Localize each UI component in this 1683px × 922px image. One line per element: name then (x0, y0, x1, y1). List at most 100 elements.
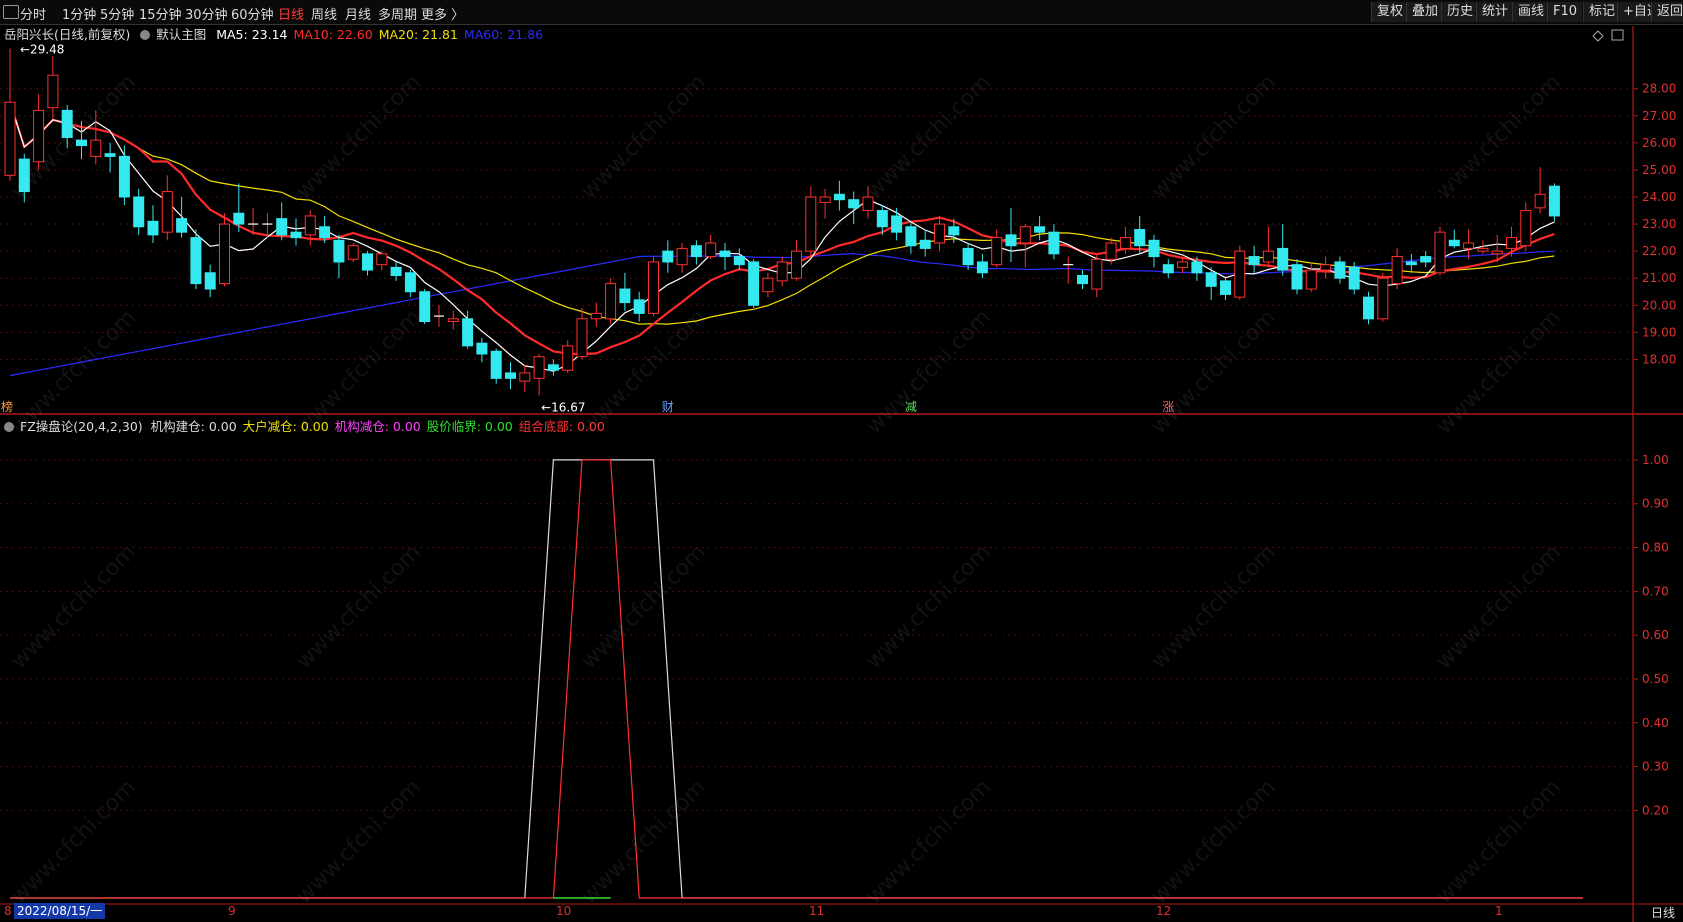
candle-body (233, 212, 245, 225)
y-tick-label: 25.00 (1642, 163, 1676, 177)
candle-body (1105, 242, 1117, 260)
candle-body (1191, 261, 1203, 274)
candle-body (676, 247, 688, 266)
candle-body (362, 253, 373, 271)
watermark: www.cfchi.com (292, 540, 426, 674)
candle-body (161, 191, 173, 233)
month-tick-label: 9 (228, 904, 236, 918)
month-tick-label: 11 (809, 904, 825, 918)
candle-body (719, 250, 731, 258)
y-tick-label: 0.90 (1642, 497, 1669, 511)
watermark: www.cfchi.com (1432, 540, 1566, 674)
candle-body (1420, 256, 1432, 263)
candle-body (204, 272, 216, 290)
candle-body (1477, 247, 1489, 252)
candle-body (219, 223, 230, 285)
candle-body (290, 231, 302, 239)
indicator-line (10, 459, 1583, 899)
watermark: www.cfchi.com (1147, 540, 1281, 674)
y-tick-label: 26.00 (1642, 136, 1676, 150)
watermark: www.cfchi.com (1432, 775, 1566, 909)
candle-body (633, 299, 645, 314)
candle-body (1391, 256, 1403, 285)
candle-body (605, 283, 617, 320)
candle-body (1177, 261, 1189, 268)
watermark: www.cfchi.com (577, 70, 711, 204)
candle-body (347, 245, 359, 260)
watermark: www.cfchi.com (292, 70, 426, 204)
candle-body (147, 220, 159, 236)
candle-body (1048, 231, 1060, 255)
month-tick-label: 12 (1156, 904, 1172, 918)
event-marker: 榜 (1, 399, 13, 414)
candle-body (1548, 185, 1560, 217)
y-tick-label: 0.50 (1642, 672, 1669, 686)
candle-body (619, 288, 631, 304)
low-price-label: ←16.67 (541, 400, 585, 414)
candle-body (733, 256, 745, 266)
candle-body (533, 356, 545, 379)
candle-body (1205, 272, 1217, 287)
candle-body (1405, 261, 1417, 266)
candle-body (104, 153, 116, 157)
event-marker: 财 (662, 400, 674, 414)
candle-body (934, 223, 945, 244)
candle-body (390, 266, 402, 276)
candle-body (4, 101, 16, 176)
candle-body (876, 210, 888, 228)
candle-body (1448, 239, 1460, 247)
candle-body (705, 242, 717, 258)
watermark: www.cfchi.com (1432, 70, 1566, 204)
candle-body (662, 250, 674, 263)
panel-toggle-icon (1611, 29, 1624, 41)
month-tick-label: 8 (4, 904, 12, 918)
candle-body (1234, 250, 1246, 298)
candle-body (791, 250, 802, 279)
ma10-line (8, 101, 1555, 356)
y-tick-label: 22.00 (1642, 244, 1676, 258)
y-tick-label: 0.20 (1642, 803, 1669, 817)
y-tick-label: 0.40 (1642, 716, 1669, 730)
candle-body (1005, 234, 1017, 247)
candle-body (319, 226, 331, 239)
watermark: www.cfchi.com (1432, 305, 1566, 439)
candle-body (690, 245, 702, 258)
candle-body (419, 291, 431, 323)
watermark: www.cfchi.com (1147, 775, 1281, 909)
month-tick-label: 10 (556, 904, 572, 918)
month-tick-label: 1 (1495, 904, 1503, 918)
watermark: www.cfchi.com (577, 540, 711, 674)
candle-body (919, 239, 931, 249)
candle-body (833, 193, 845, 201)
candle-body (1262, 250, 1274, 263)
candle-body (1134, 228, 1146, 247)
y-tick-label: 0.30 (1642, 760, 1669, 774)
candle-body (447, 318, 459, 323)
watermark: www.cfchi.com (862, 70, 996, 204)
candle-body (1148, 239, 1160, 258)
candle-body (762, 277, 774, 293)
y-tick-label: 24.00 (1642, 190, 1676, 204)
indicator-line (10, 459, 1583, 899)
period-indicator[interactable]: 日线 (1651, 904, 1675, 921)
y-tick-label: 28.00 (1642, 82, 1676, 96)
candle-body (1220, 280, 1231, 295)
watermark: www.cfchi.com (862, 775, 996, 909)
candle-body (1348, 266, 1360, 290)
candle-body (776, 261, 788, 282)
y-tick-label: 27.00 (1642, 109, 1676, 123)
candle-body (805, 196, 817, 252)
kline-chart[interactable]: 28.00 27.00 26.00 25.00 24.00 23.00 22.00 21.00… (0, 0, 1683, 922)
candle-body (819, 196, 831, 203)
y-tick-label: 0.80 (1642, 541, 1669, 555)
candle-body (1091, 258, 1103, 290)
watermark: www.cfchi.com (292, 775, 426, 909)
candle-body (948, 226, 960, 236)
candle-body (333, 239, 345, 263)
candle-body (547, 364, 559, 371)
watermark: www.cfchi.com (862, 305, 996, 439)
candle-body (47, 74, 59, 109)
candle-body (576, 318, 588, 358)
candle-body (176, 218, 188, 233)
candle-body (1363, 296, 1374, 320)
